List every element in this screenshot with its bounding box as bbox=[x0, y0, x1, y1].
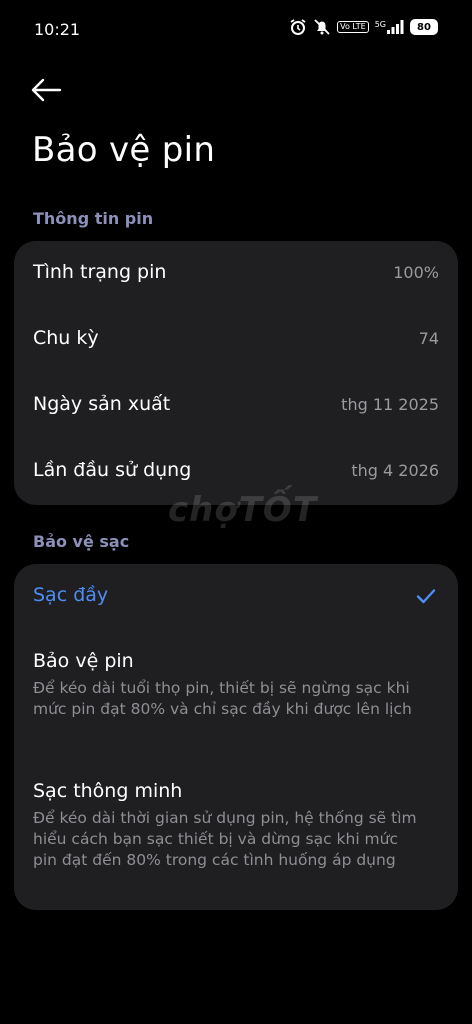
section-header-battery-info: Thông tin pin bbox=[33, 209, 154, 228]
info-label: Tình trạng pin bbox=[33, 261, 167, 283]
info-value: 74 bbox=[418, 329, 439, 348]
battery-indicator: 80 bbox=[410, 19, 438, 35]
back-button[interactable] bbox=[28, 74, 64, 106]
signal-icon bbox=[387, 20, 404, 34]
status-bar: 10:21 Vo LTE 5G 80 bbox=[0, 0, 472, 60]
battery-info-card: Tình trạng pin 100% Chu kỳ 74 Ngày sản x… bbox=[14, 241, 458, 505]
info-row-battery-health[interactable]: Tình trạng pin 100% bbox=[14, 241, 458, 307]
option-description: Để kéo dài thời gian sử dụng pin, hệ thố… bbox=[33, 809, 417, 869]
option-battery-protection[interactable]: Bảo vệ pin Để kéo dài tuổi thọ pin, thiế… bbox=[14, 636, 458, 754]
page-title: Bảo vệ pin bbox=[32, 130, 216, 170]
info-value: thg 4 2026 bbox=[351, 461, 439, 480]
info-label: Lần đầu sử dụng bbox=[33, 459, 192, 481]
option-description: Để kéo dài tuổi thọ pin, thiết bị sẽ ngừ… bbox=[33, 679, 412, 718]
info-label: Ngày sản xuất bbox=[33, 393, 171, 415]
option-full-charge[interactable]: Sạc đầy bbox=[14, 564, 458, 630]
info-row-first-use[interactable]: Lần đầu sử dụng thg 4 2026 bbox=[14, 439, 458, 505]
status-time: 10:21 bbox=[34, 20, 81, 39]
option-title: Sạc thông minh bbox=[33, 780, 183, 802]
option-title: Bảo vệ pin bbox=[33, 650, 134, 672]
charging-options-card: Sạc đầy Bảo vệ pin Để kéo dài tuổi thọ p… bbox=[14, 564, 458, 910]
option-title: Sạc đầy bbox=[33, 584, 109, 606]
network-type: 5G bbox=[375, 20, 404, 34]
checkmark-icon bbox=[416, 589, 436, 604]
info-value: 100% bbox=[393, 263, 439, 282]
back-arrow-icon bbox=[31, 78, 62, 102]
alarm-icon bbox=[289, 18, 307, 36]
status-icons: Vo LTE 5G 80 bbox=[289, 18, 438, 36]
section-header-charging-protection: Bảo vệ sạc bbox=[33, 532, 130, 551]
option-smart-charging[interactable]: Sạc thông minh Để kéo dài thời gian sử d… bbox=[14, 766, 458, 906]
info-row-cycle-count[interactable]: Chu kỳ 74 bbox=[14, 307, 458, 373]
mute-icon bbox=[313, 18, 331, 36]
info-label: Chu kỳ bbox=[33, 327, 99, 349]
volte-tag: Vo LTE bbox=[337, 21, 369, 33]
network-label: 5G bbox=[374, 20, 386, 29]
info-row-manufacture-date[interactable]: Ngày sản xuất thg 11 2025 bbox=[14, 373, 458, 439]
info-value: thg 11 2025 bbox=[341, 395, 439, 414]
